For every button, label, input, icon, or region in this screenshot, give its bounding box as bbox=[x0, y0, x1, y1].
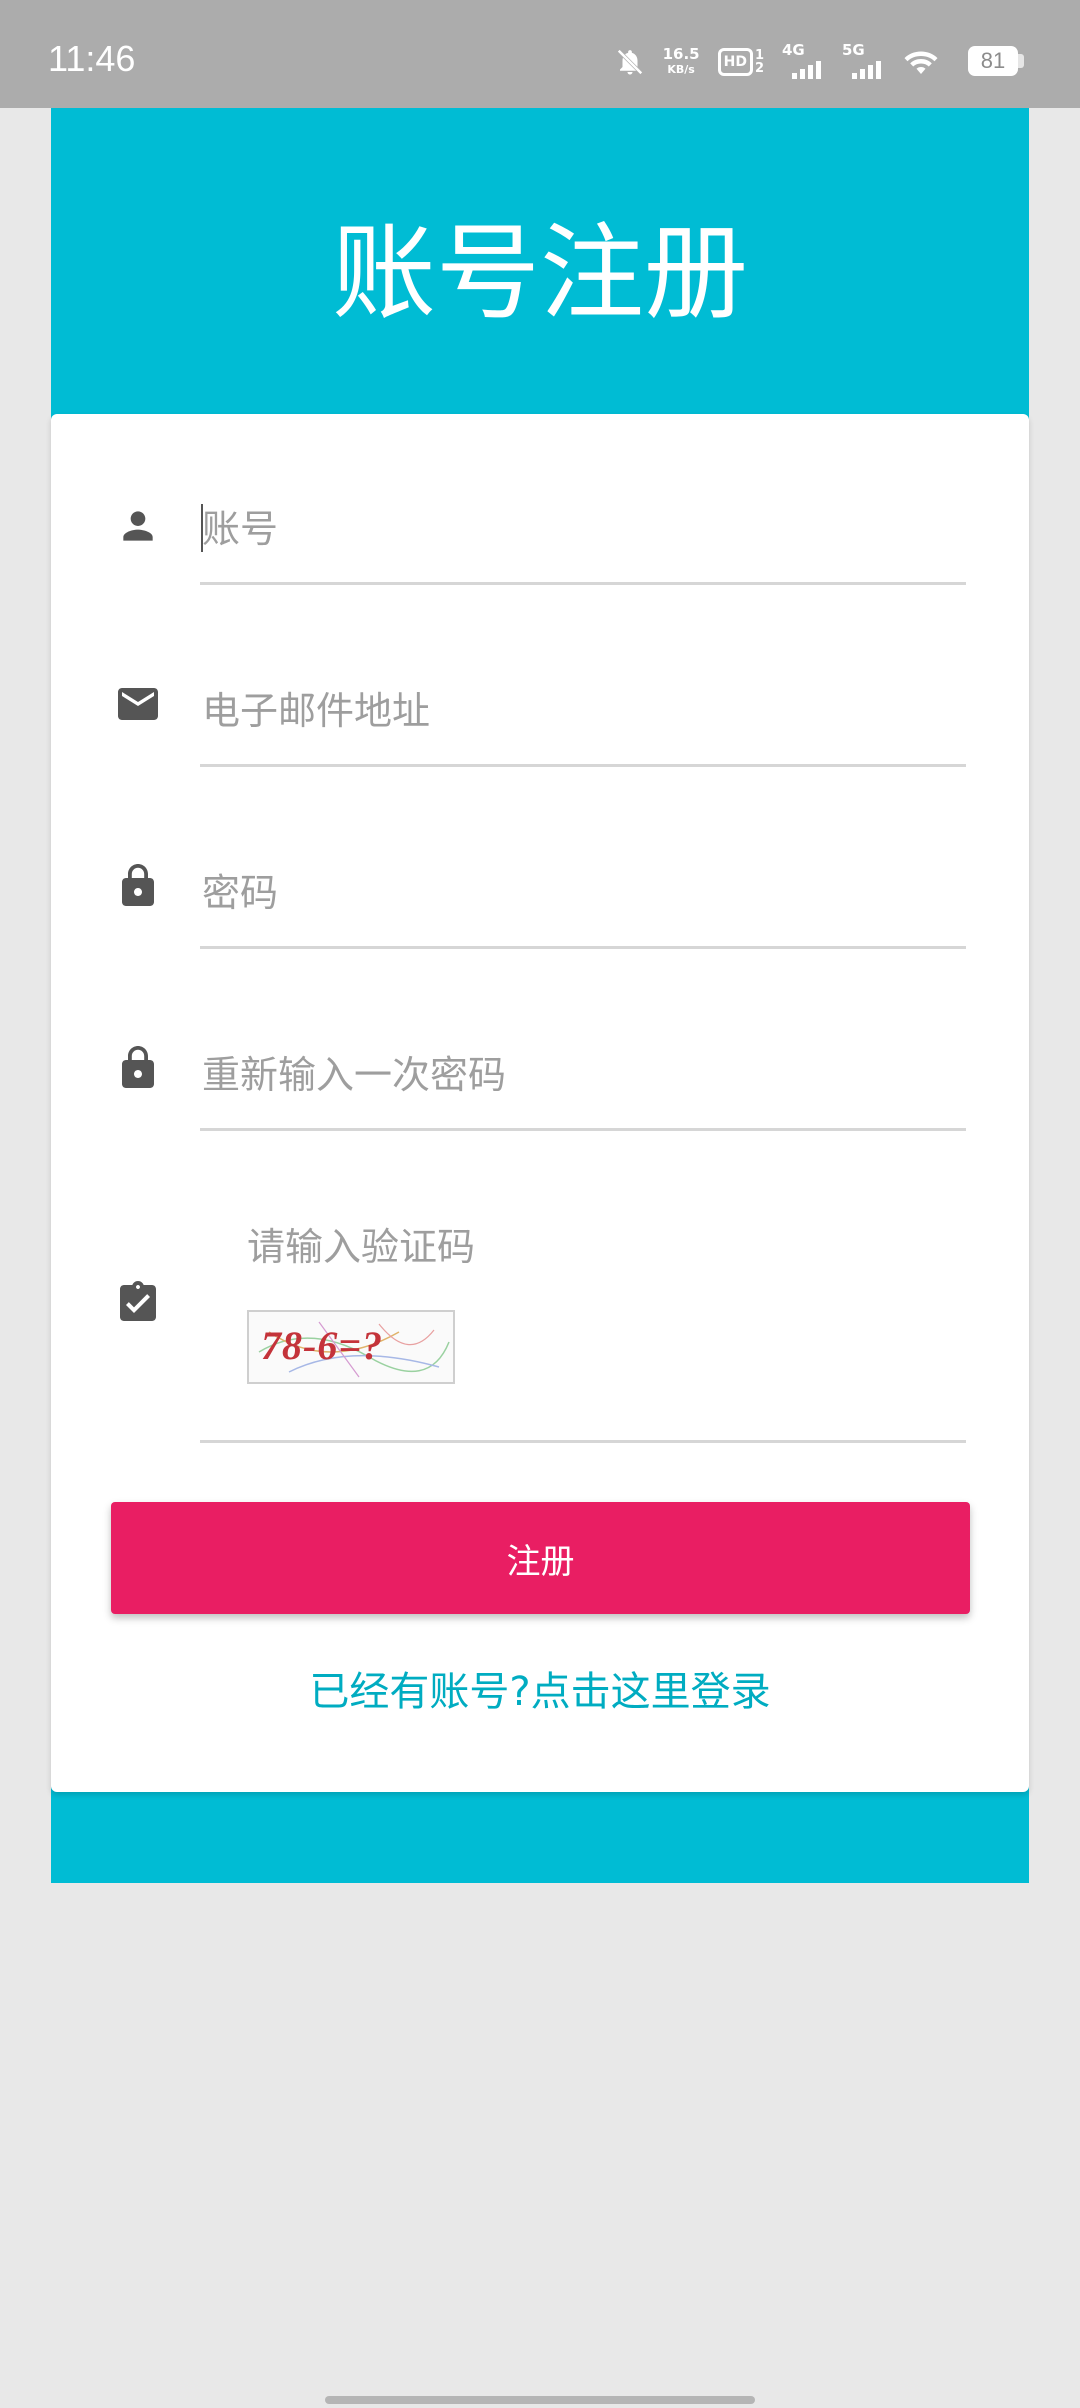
account-input[interactable] bbox=[200, 494, 968, 564]
net-speed: 16.5 KB/s bbox=[663, 47, 700, 77]
captcha-image[interactable]: 78-6=? bbox=[247, 1310, 455, 1384]
bell-off-icon bbox=[617, 49, 643, 75]
wifi-icon bbox=[904, 51, 938, 74]
hd-digit-2: 2 bbox=[754, 61, 764, 76]
hd-badge: HD 1 2 bbox=[717, 48, 764, 76]
status-bar: 11:46 16.5 KB/s HD 1 2 4G 5G 81 bbox=[0, 0, 1080, 108]
confirm-password-input[interactable] bbox=[200, 1040, 968, 1110]
email-input[interactable] bbox=[200, 676, 968, 746]
signal-4g-label: 4G bbox=[782, 41, 805, 59]
lock-icon bbox=[122, 1046, 154, 1088]
password-underline bbox=[200, 946, 966, 949]
register-card: 请输入验证码 78-6=? 注册 已经有账号?点击这里登录 bbox=[51, 414, 1029, 1792]
captcha-underline bbox=[200, 1440, 966, 1443]
battery-indicator: 81 bbox=[968, 46, 1018, 76]
status-time: 11:46 bbox=[48, 38, 136, 79]
email-underline bbox=[200, 764, 966, 767]
account-underline bbox=[200, 582, 966, 585]
lock-icon bbox=[122, 864, 154, 906]
email-icon bbox=[118, 688, 158, 720]
signal-5g-icon: 5G bbox=[842, 41, 884, 79]
hd-label: HD bbox=[717, 48, 753, 76]
net-speed-value: 16.5 bbox=[662, 45, 700, 63]
signal-4g-icon: 4G bbox=[782, 41, 824, 79]
captcha-label: 请输入验证码 bbox=[247, 1225, 476, 1269]
clipboard-check-icon bbox=[120, 1281, 156, 1321]
login-link[interactable]: 已经有账号?点击这里登录 bbox=[51, 1662, 1029, 1722]
signal-5g-label: 5G bbox=[842, 41, 865, 59]
register-page: 账号注册 账号 电子邮件地址 请输入验证码 78-6=? 注册 已经有账号?点击… bbox=[51, 108, 1029, 1883]
password-input[interactable] bbox=[200, 858, 968, 928]
captcha-text: 78-6=? bbox=[261, 1323, 384, 1368]
register-button[interactable]: 注册 bbox=[111, 1502, 970, 1614]
home-indicator[interactable] bbox=[325, 2396, 755, 2404]
confirm-password-underline bbox=[200, 1128, 966, 1131]
person-icon bbox=[123, 511, 153, 541]
text-cursor bbox=[201, 504, 203, 552]
status-icons: 16.5 KB/s HD 1 2 4G 5G bbox=[615, 41, 940, 82]
net-speed-unit: KB/s bbox=[667, 63, 695, 76]
page-title: 账号注册 bbox=[331, 212, 748, 334]
battery-tip bbox=[1018, 54, 1024, 68]
